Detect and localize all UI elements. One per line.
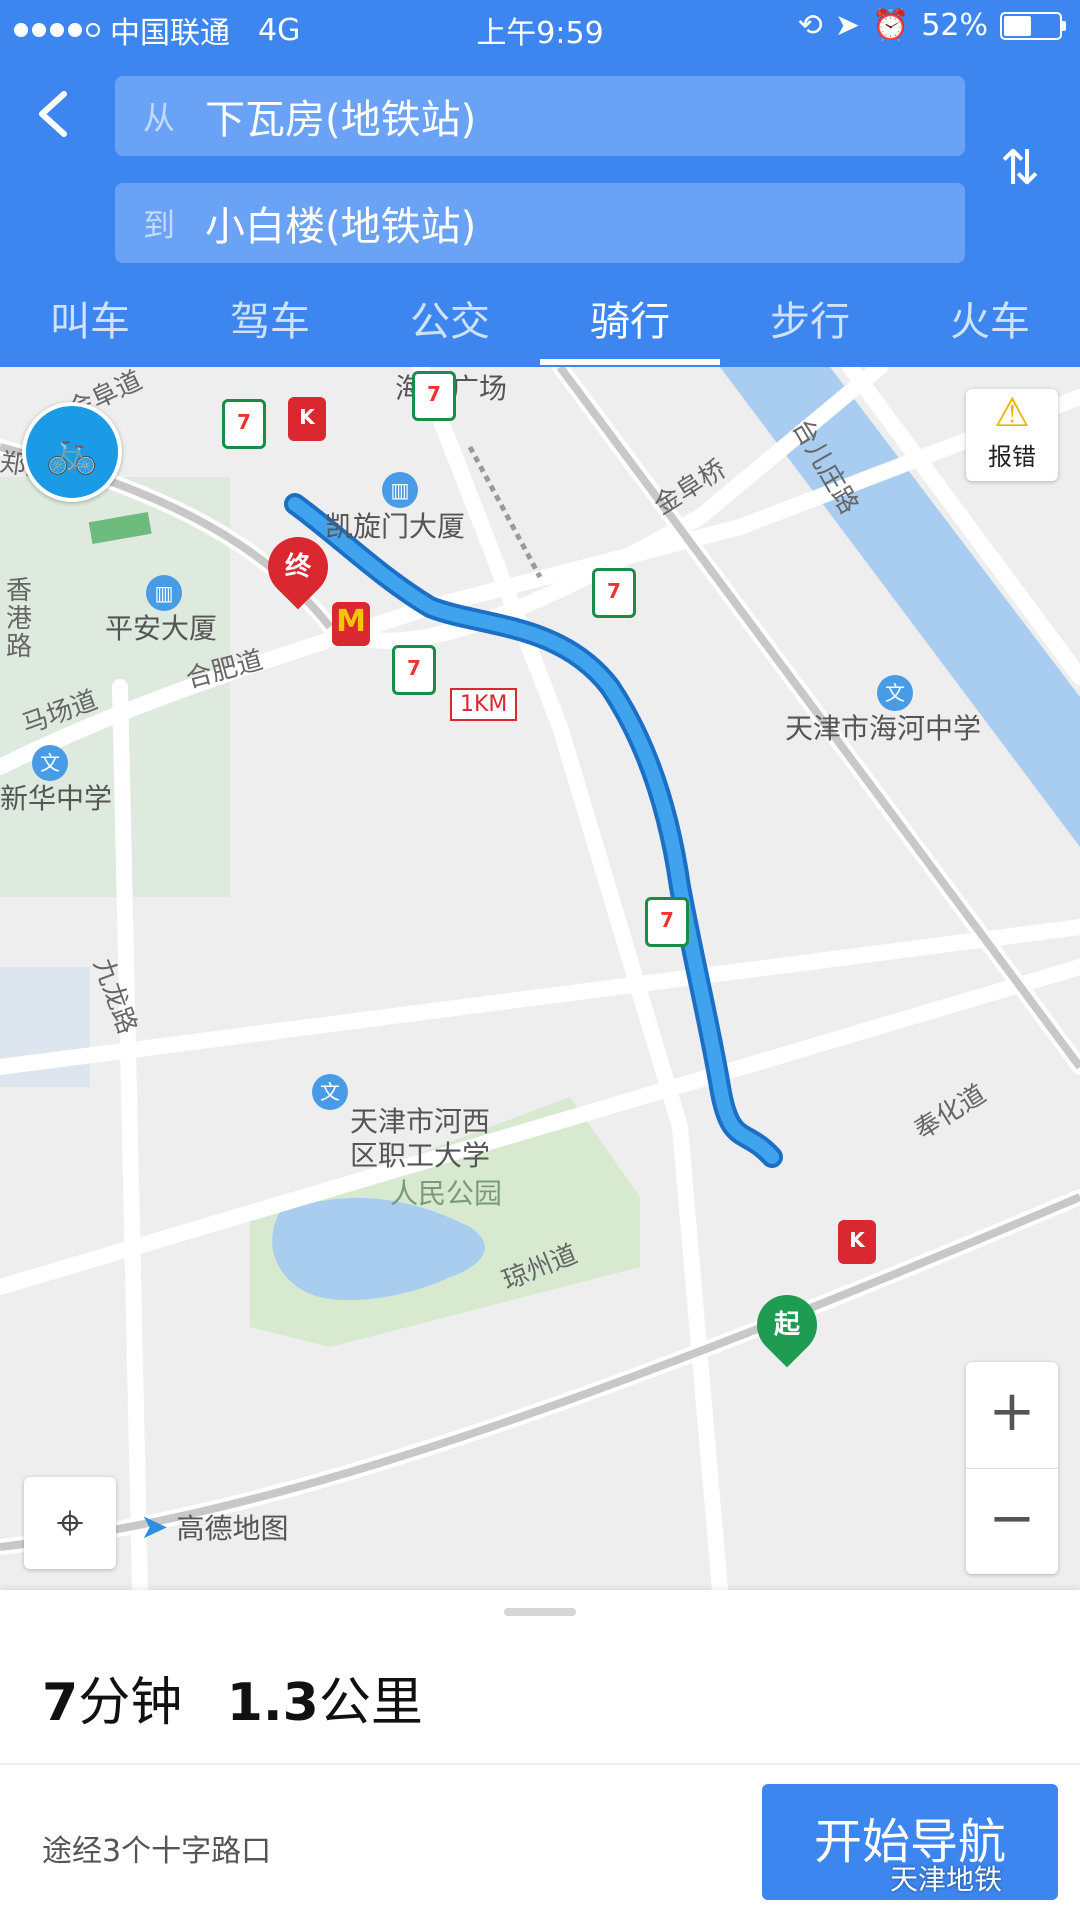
fast-food-icon: K — [838, 1220, 876, 1264]
fast-food-icon: K — [288, 397, 326, 441]
convenience-store-icon: 7 — [592, 568, 636, 618]
convenience-store-icon: 7 — [412, 371, 456, 421]
location-arrow-icon: ➤ — [834, 8, 860, 43]
map-provider-logo: ➤ 高德地图 — [140, 1507, 289, 1547]
panel-drag-handle[interactable] — [504, 1608, 576, 1616]
school-icon: 文 — [312, 1074, 348, 1110]
road-cross-1 — [0, 919, 1080, 1075]
origin-value: 下瓦房(地铁站) — [205, 97, 477, 143]
zoom-in-button[interactable]: + — [966, 1362, 1058, 1469]
road-label-xianggang: 香港路 — [6, 576, 33, 662]
map-provider-name: 高德地图 — [176, 1512, 289, 1545]
route-summary-panel: 7分钟 1.3公里 途经3个十字路口 开始导航 天津地铁 — [0, 1590, 1080, 1920]
clock: 上午9:59 — [476, 16, 604, 51]
status-bar: 中国联通 4G 上午9:59 ⟲ ➤ ⏰ 52% — [0, 0, 1080, 56]
tab-bus[interactable]: 公交 — [360, 292, 540, 367]
back-button[interactable] — [24, 84, 84, 144]
chevron-left-icon — [39, 91, 67, 137]
rotation-lock-icon: ⟲ — [797, 8, 823, 43]
alarm-icon: ⏰ — [871, 8, 910, 43]
route-start-marker[interactable]: 起 — [744, 1282, 830, 1368]
end-marker-label: 终 — [284, 552, 311, 582]
report-error-button[interactable]: ⚠ 报错 — [966, 389, 1058, 481]
watermark-text: 天津地铁 — [890, 1863, 1003, 1896]
poi-label-pingan: 平安大厦 — [105, 612, 218, 645]
zoom-out-button[interactable]: − — [966, 1469, 1058, 1575]
tab-walk[interactable]: 步行 — [720, 292, 900, 367]
convenience-store-icon: 7 — [392, 645, 436, 695]
report-error-label: 报错 — [988, 443, 1036, 471]
destination-tag: 到 — [143, 206, 176, 244]
poi-label-haihe-school: 天津市海河中学 — [785, 712, 982, 745]
distance-marker: 1KM — [450, 688, 518, 721]
route-end-marker[interactable]: 终 — [255, 524, 341, 610]
route-via-info: 途经3个十字路口 — [42, 1834, 272, 1869]
swap-route-button[interactable]: ⇅ — [1000, 140, 1040, 196]
destination-field[interactable]: 到 小白楼(地铁站) — [115, 183, 965, 263]
tab-cycling[interactable]: 骑行 — [540, 292, 720, 367]
school-icon: 文 — [877, 675, 913, 711]
origin-field[interactable]: 从 下瓦房(地铁站) — [115, 76, 965, 156]
map-canvas — [0, 367, 1080, 1590]
zoom-controls: + − — [966, 1362, 1058, 1574]
battery-icon — [1000, 11, 1066, 40]
route-summary: 7分钟 1.3公里 — [42, 1660, 423, 1735]
poi-label-xinhua-school: 新华中学 — [0, 782, 113, 815]
route-header: 中国联通 4G 上午9:59 ⟲ ➤ ⏰ 52% 从 下瓦房(地铁站) 到 小白… — [0, 0, 1080, 367]
warning-icon: ⚠ — [994, 390, 1030, 436]
destination-value: 小白楼(地铁站) — [205, 204, 477, 250]
distance-value: 1.3 — [226, 1673, 319, 1733]
burger-restaurant-icon: M — [332, 602, 370, 646]
amap-logo-icon: ➤ — [140, 1507, 169, 1547]
convenience-store-icon: 7 — [645, 897, 689, 947]
route-map[interactable]: 海信广场 凯旋门大厦 平安大厦 天津市海河中学 新华中学 天津市河西 区职工大学… — [0, 367, 1080, 1590]
duration-value: 7 — [42, 1673, 79, 1733]
my-location-button[interactable]: ⌖ — [24, 1477, 116, 1569]
poi-label-renmin-park: 人民公园 — [390, 1177, 503, 1210]
panel-divider — [0, 1763, 1080, 1765]
tab-taxi[interactable]: 叫车 — [0, 292, 180, 367]
duration-unit: 分钟 — [78, 1673, 183, 1733]
office-building-icon: ▥ — [382, 472, 418, 508]
office-building-icon: ▥ — [146, 575, 182, 611]
start-marker-label: 起 — [773, 1310, 800, 1340]
swap-arrows-icon: ⇅ — [1000, 140, 1041, 196]
shared-bike-button[interactable]: 🚲 — [22, 402, 122, 502]
poi-label-kaixuanmen: 凯旋门大厦 — [325, 510, 466, 543]
convenience-store-icon: 7 — [222, 399, 266, 449]
travel-mode-tabs: 叫车 驾车 公交 骑行 步行 火车 — [0, 292, 1080, 367]
distance-unit: 公里 — [318, 1673, 423, 1733]
battery-percent: 52% — [921, 8, 988, 43]
school-icon: 文 — [32, 745, 68, 781]
origin-tag: 从 — [143, 99, 176, 137]
tab-train[interactable]: 火车 — [900, 292, 1080, 367]
tab-drive[interactable]: 驾车 — [180, 292, 360, 367]
poi-label-hexi-school-2: 区职工大学 — [350, 1139, 491, 1172]
crosshair-icon: ⌖ — [56, 1495, 84, 1551]
bicycle-icon: 🚲 — [45, 427, 99, 476]
